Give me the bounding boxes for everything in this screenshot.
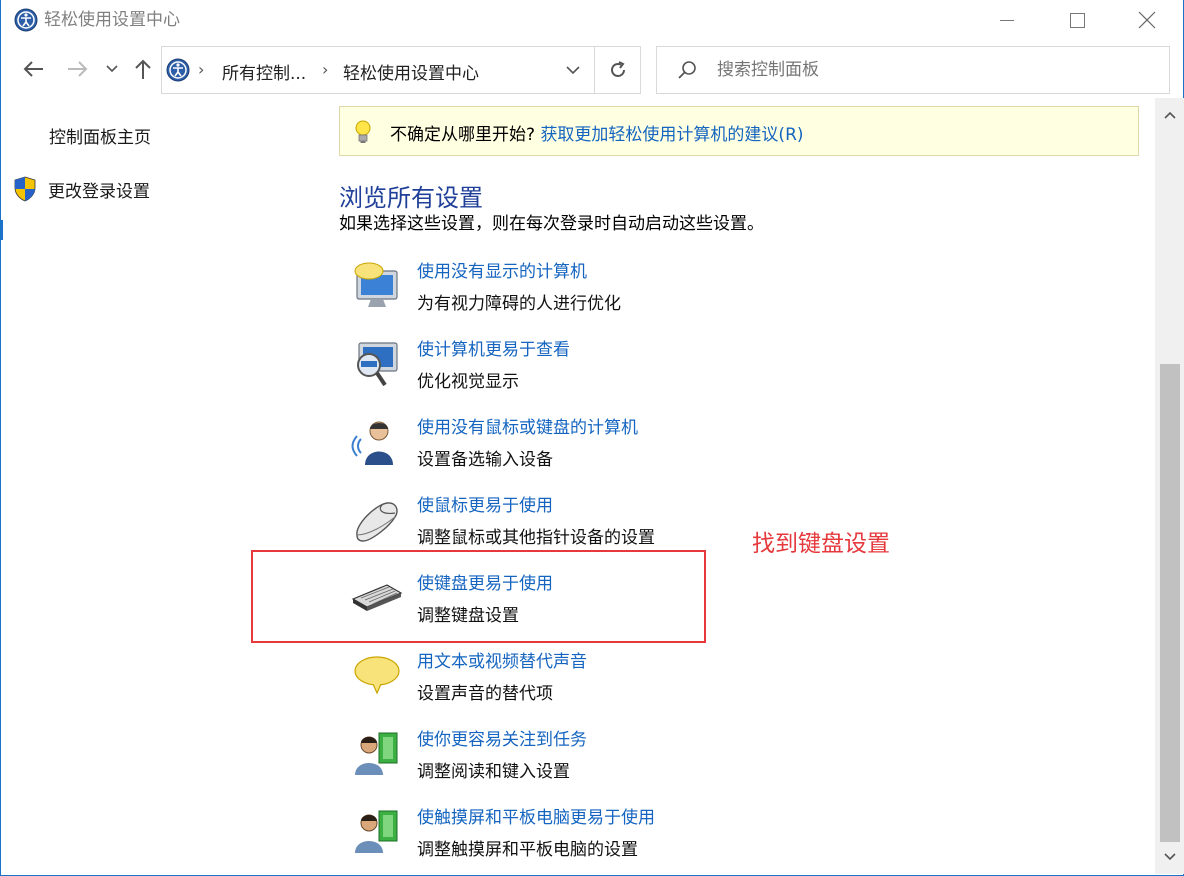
monitor-speech-icon xyxy=(354,262,398,307)
person-book-icon xyxy=(355,732,398,775)
lightbulb-icon xyxy=(355,120,371,143)
vertical-scrollbar[interactable] xyxy=(1155,98,1184,874)
sidebar-item-label: 更改登录设置 xyxy=(48,181,150,202)
chevron-down-icon xyxy=(106,65,118,73)
item-link[interactable]: 使用没有鼠标或键盘的计算机 xyxy=(417,413,638,438)
item-description: 优化视觉显示 xyxy=(417,372,519,392)
list-item: 使用没有显示的计算机 为有视力障碍的人进行优化 xyxy=(351,257,951,327)
page-subtitle: 如果选择这些设置，则在每次登录时自动启动这些设置。 xyxy=(339,214,764,234)
navigation-bar: › 所有控制... › 轻松使用设置中心 xyxy=(1,46,1183,94)
list-item: 使计算机更易于查看 优化视觉显示 xyxy=(351,335,951,405)
item-description: 调整鼠标或其他指针设备的设置 xyxy=(417,528,655,548)
window-title: 轻松使用设置中心 xyxy=(44,10,180,30)
tip-text: 不确定从哪里开始? 获取更加轻松使用计算机的建议(R) xyxy=(390,120,804,145)
close-button[interactable] xyxy=(1119,0,1175,40)
breadcrumb-ease-of-access[interactable]: 轻松使用设置中心 xyxy=(343,59,479,84)
breadcrumb-all-control-panel[interactable]: 所有控制... xyxy=(222,59,306,84)
item-link[interactable]: 使触摸屏和平板电脑更易于使用 xyxy=(417,803,655,828)
title-bar: 轻松使用设置中心 xyxy=(1,0,1183,40)
search-icon xyxy=(678,61,696,79)
list-item: 使你更容易关注到任务 调整阅读和键入设置 xyxy=(351,725,951,795)
refresh-icon xyxy=(611,61,625,77)
recent-locations-button[interactable] xyxy=(101,54,123,84)
arrow-left-icon xyxy=(23,61,43,77)
sidebar-item-control-panel-home[interactable]: 控制面板主页 xyxy=(49,123,151,148)
control-panel-window: 轻松使用设置中心 › 所有控制... › 轻松使用设置中心 搜索控制面板 控制面… xyxy=(0,0,1184,876)
search-input[interactable] xyxy=(717,60,1117,80)
magnifier-monitor-icon xyxy=(357,342,398,387)
forward-button[interactable] xyxy=(63,54,93,84)
item-link[interactable]: 使鼠标更易于使用 xyxy=(417,491,553,516)
minimize-button[interactable] xyxy=(979,0,1035,40)
list-item: 使触摸屏和平板电脑更易于使用 调整触摸屏和平板电脑的设置 xyxy=(351,803,951,873)
item-link[interactable]: 使你更容易关注到任务 xyxy=(417,725,587,750)
up-button[interactable] xyxy=(128,54,158,84)
item-link[interactable]: 使计算机更易于查看 xyxy=(417,335,570,360)
window-edge xyxy=(1,220,3,240)
back-button[interactable] xyxy=(17,54,49,84)
sidebar-item-change-login-settings[interactable]: 更改登录设置 xyxy=(13,176,150,202)
annotation-text: 找到键盘设置 xyxy=(752,531,890,557)
list-item: 使用没有鼠标或键盘的计算机 设置备选输入设备 xyxy=(351,413,951,483)
item-link[interactable]: 使用没有显示的计算机 xyxy=(417,257,587,282)
tip-banner: 不确定从哪里开始? 获取更加轻松使用计算机的建议(R) xyxy=(339,106,1139,156)
tip-link[interactable]: 获取更加轻松使用计算机的建议(R) xyxy=(540,125,803,145)
highlight-box xyxy=(251,550,706,643)
speech-bubble-icon xyxy=(354,656,400,695)
page-title: 浏览所有设置 xyxy=(339,184,483,212)
maximize-icon xyxy=(1069,12,1085,28)
search-box[interactable] xyxy=(656,46,1170,94)
ease-of-access-icon xyxy=(14,8,38,32)
item-description: 设置声音的替代项 xyxy=(417,684,553,704)
item-description: 为有视力障碍的人进行优化 xyxy=(417,294,621,314)
scroll-down-button[interactable] xyxy=(1155,840,1184,874)
tip-prefix: 不确定从哪里开始? xyxy=(390,125,541,145)
close-icon xyxy=(1138,11,1156,29)
chevron-down-icon xyxy=(1163,853,1176,861)
mouse-icon xyxy=(356,502,398,542)
chevron-down-icon xyxy=(566,65,580,74)
scroll-up-button[interactable] xyxy=(1155,98,1184,132)
shield-icon xyxy=(14,176,36,202)
breadcrumb-separator-icon[interactable]: › xyxy=(198,60,204,79)
maximize-button[interactable] xyxy=(1049,0,1105,40)
minimize-icon xyxy=(1000,19,1014,21)
item-description: 调整阅读和键入设置 xyxy=(417,762,570,782)
address-dropdown-button[interactable] xyxy=(552,47,594,93)
person-tablet-icon xyxy=(355,810,398,853)
arrow-up-icon xyxy=(135,59,151,79)
chevron-up-icon xyxy=(1163,111,1176,119)
item-description: 调整触摸屏和平板电脑的设置 xyxy=(417,840,638,860)
breadcrumb-separator-icon[interactable]: › xyxy=(322,60,328,79)
scrollbar-thumb[interactable] xyxy=(1160,364,1180,842)
list-item: 用文本或视频替代声音 设置声音的替代项 xyxy=(351,647,951,717)
address-bar[interactable]: › 所有控制... › 轻松使用设置中心 xyxy=(161,46,641,94)
refresh-button[interactable] xyxy=(594,47,641,93)
item-link[interactable]: 用文本或视频替代声音 xyxy=(417,647,587,672)
ease-of-access-icon xyxy=(166,58,190,82)
item-description: 设置备选输入设备 xyxy=(417,450,553,470)
arrow-right-icon xyxy=(68,61,88,77)
headset-person-icon xyxy=(351,421,393,465)
